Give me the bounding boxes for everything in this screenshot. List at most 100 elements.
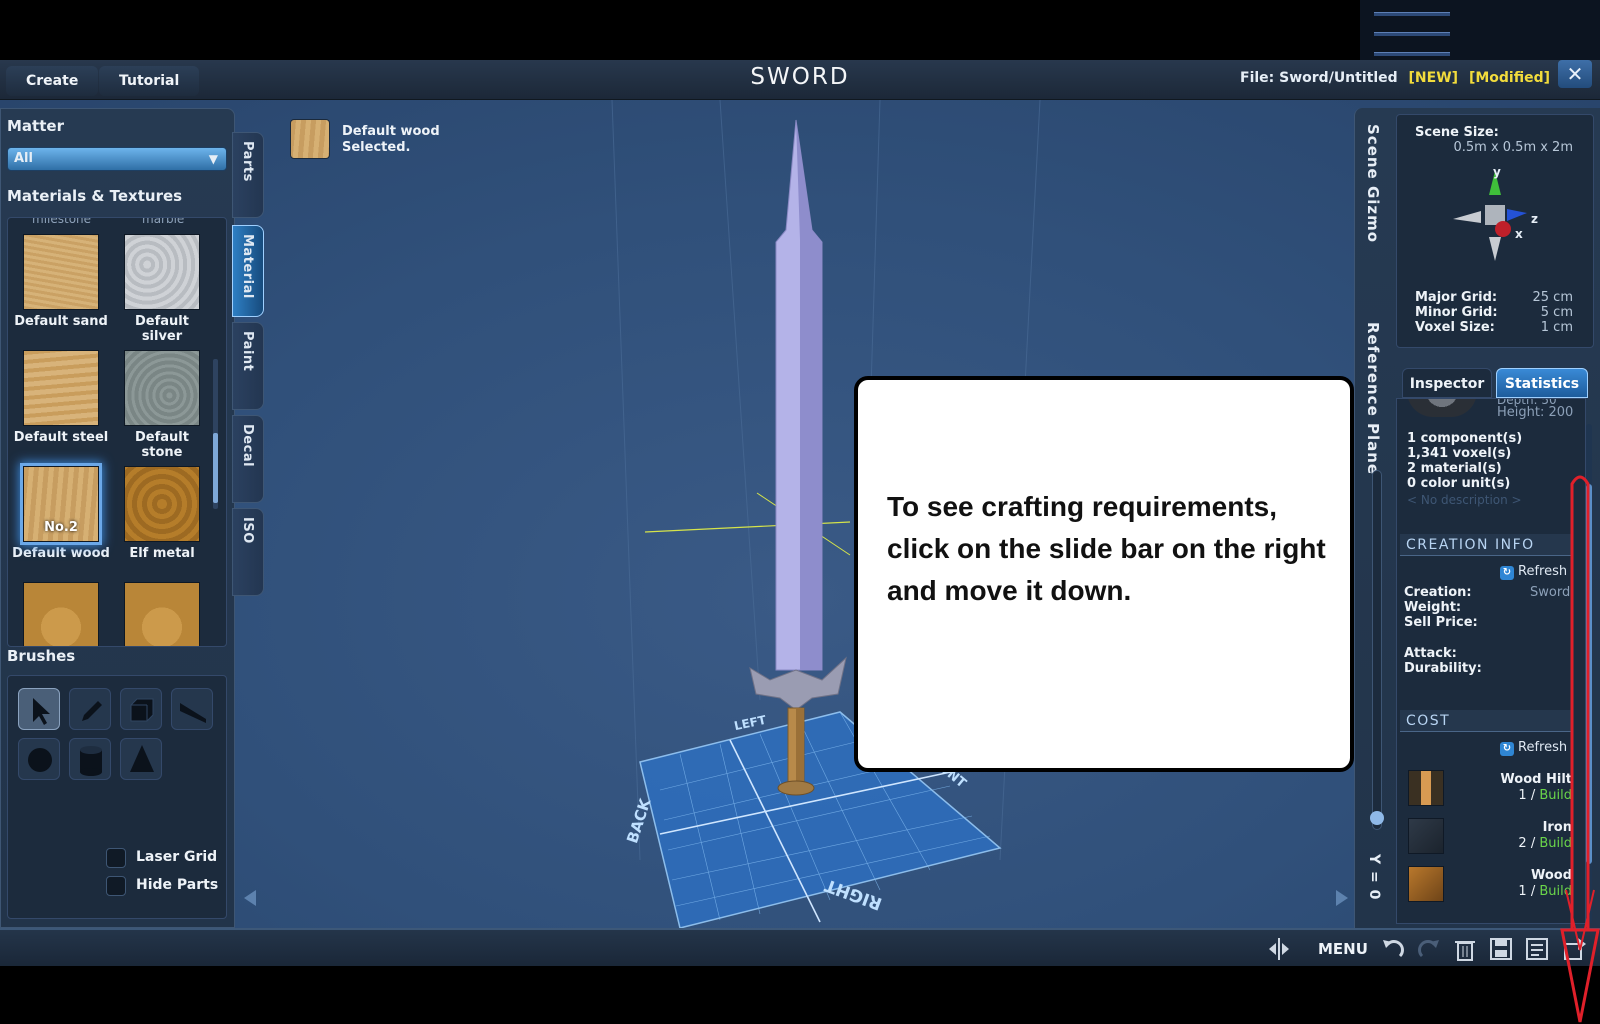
material-swatch: [23, 350, 99, 426]
tab-statistics[interactable]: Statistics: [1496, 368, 1588, 398]
laser-grid-checkbox[interactable]: [106, 848, 126, 868]
trash-icon[interactable]: [1452, 936, 1478, 962]
tab-label: Paint: [240, 331, 255, 372]
material-elf-metal[interactable]: Elf metal: [112, 466, 212, 561]
mirror-icon[interactable]: [1266, 936, 1292, 962]
material-label: Default sand: [14, 314, 108, 329]
brush-wedge[interactable]: [171, 688, 213, 730]
brush-pencil[interactable]: [69, 688, 111, 730]
brush-sphere[interactable]: [18, 738, 60, 780]
cost-refresh-button[interactable]: ↻ Refresh: [1500, 740, 1567, 756]
matter-title: Matter: [7, 117, 64, 135]
menu-button[interactable]: MENU: [1318, 940, 1368, 958]
selected-material-swatch: [290, 119, 330, 159]
window-thumbnail: [1360, 0, 1600, 60]
tab-label: Decal: [240, 424, 255, 468]
material-item[interactable]: [112, 582, 212, 646]
cost-item-name: Iron: [1542, 820, 1572, 835]
tab-label: Parts: [240, 141, 255, 182]
sphere-icon: [28, 748, 52, 772]
cube-icon: [130, 698, 154, 722]
modified-tag: [Modified]: [1468, 70, 1550, 86]
hide-parts-checkbox[interactable]: [106, 876, 126, 896]
cone-icon: [130, 745, 154, 772]
tab-paint[interactable]: Paint: [232, 322, 264, 410]
pencil-icon: [82, 701, 102, 721]
tab-label: ISO: [240, 517, 255, 544]
annotation-arrow-icon: [1560, 475, 1600, 1023]
sword-model: [749, 119, 847, 796]
voxel-size-value: 1 cm: [1540, 320, 1573, 335]
material-label: Elf metal: [129, 546, 195, 561]
scrollbar-thumb[interactable]: [213, 433, 218, 503]
undo-icon[interactable]: [1380, 936, 1406, 962]
brush-cube[interactable]: [120, 688, 162, 730]
tab-decal[interactable]: Decal: [232, 415, 264, 503]
slider-thumb[interactable]: [1370, 811, 1384, 825]
matter-dropdown[interactable]: All ▼: [7, 147, 227, 171]
partial-material-label: milestone: [32, 217, 92, 226]
file-name: Sword/Untitled: [1279, 70, 1398, 86]
material-swatch: [23, 582, 99, 646]
material-label: Default steel: [13, 430, 109, 445]
material-default-wood[interactable]: No.2 Default wood: [11, 466, 111, 561]
cylinder-icon: [80, 746, 102, 776]
minor-grid-value: 5 cm: [1540, 305, 1573, 320]
cost-item-qty: 1 / Build: [1518, 788, 1572, 803]
tab-parts[interactable]: Parts: [232, 132, 264, 218]
material-default-steel[interactable]: Default steel: [11, 350, 111, 445]
scene-size-label: Scene Size:: [1415, 125, 1499, 140]
material-item[interactable]: [11, 582, 111, 646]
material-default-silver[interactable]: Default silver: [112, 234, 212, 344]
laser-grid-label: Laser Grid: [136, 849, 218, 865]
material-label: Default silver: [135, 314, 189, 344]
brush-cone[interactable]: [120, 738, 162, 780]
scene-gizmo[interactable]: Scene Size: 0.5m x 0.5m x 2m y z x Major…: [1396, 114, 1594, 348]
material-badge: No.2: [44, 520, 78, 535]
save-as-icon[interactable]: [1524, 936, 1550, 962]
creation-thumbnail: [1407, 399, 1477, 417]
tab-material[interactable]: Material: [232, 225, 264, 317]
callout-text: To see crafting requirements, click on t…: [887, 491, 1326, 606]
reference-plane-label: Reference Plane: [1364, 322, 1382, 476]
material-swatch: [124, 582, 200, 646]
left-panel: Matter All ▼ Materials & Textures milest…: [0, 108, 235, 928]
durability-label: Durability:: [1404, 661, 1482, 676]
cost-item-qty: 2 / Build: [1518, 836, 1572, 851]
material-list[interactable]: milestone marble Default sand Default si…: [7, 217, 227, 647]
material-default-sand[interactable]: Default sand: [11, 234, 111, 329]
redo-icon[interactable]: [1416, 936, 1442, 962]
tab-iso[interactable]: ISO: [232, 508, 264, 596]
material-list-scrollbar[interactable]: [213, 359, 218, 509]
tab-inspector[interactable]: Inspector: [1402, 368, 1492, 398]
major-grid-label: Major Grid:: [1415, 290, 1498, 305]
chevron-down-icon: ▼: [208, 152, 218, 166]
creation-info-header: CREATION INFO: [1400, 534, 1572, 556]
creation-label: Creation:: [1404, 585, 1472, 600]
cost-item-name: Wood Hilt: [1500, 772, 1572, 787]
close-button[interactable]: ✕: [1558, 60, 1592, 88]
brush-select[interactable]: [18, 688, 60, 730]
brushes-title: Brushes: [7, 647, 76, 665]
scene-size-value: 0.5m x 0.5m x 2m: [1453, 140, 1573, 155]
cost-header: COST: [1400, 710, 1572, 732]
y-value-label: Y = 0: [1366, 854, 1382, 901]
refresh-icon: ↻: [1500, 742, 1514, 756]
close-icon: ✕: [1566, 62, 1584, 86]
partial-material-label: marble: [142, 217, 185, 226]
save-icon[interactable]: [1488, 936, 1514, 962]
new-tag: [NEW]: [1408, 70, 1459, 86]
stat-voxels: 1,341 voxel(s): [1407, 446, 1512, 461]
material-swatch: [124, 234, 200, 310]
material-label: Default stone: [135, 430, 189, 460]
reference-plane-slider[interactable]: [1370, 470, 1384, 830]
refresh-icon: ↻: [1500, 566, 1514, 580]
brush-cylinder[interactable]: [69, 738, 111, 780]
creation-refresh-button[interactable]: ↻ Refresh: [1500, 564, 1567, 580]
material-default-stone[interactable]: Default stone: [112, 350, 212, 460]
sell-price-label: Sell Price:: [1404, 615, 1478, 630]
stat-color-units: 0 color unit(s): [1407, 476, 1511, 491]
selection-status: Default wood Selected.: [342, 124, 482, 156]
scene-gizmo-label: Scene Gizmo: [1364, 124, 1382, 244]
hide-parts-label: Hide Parts: [136, 877, 219, 893]
